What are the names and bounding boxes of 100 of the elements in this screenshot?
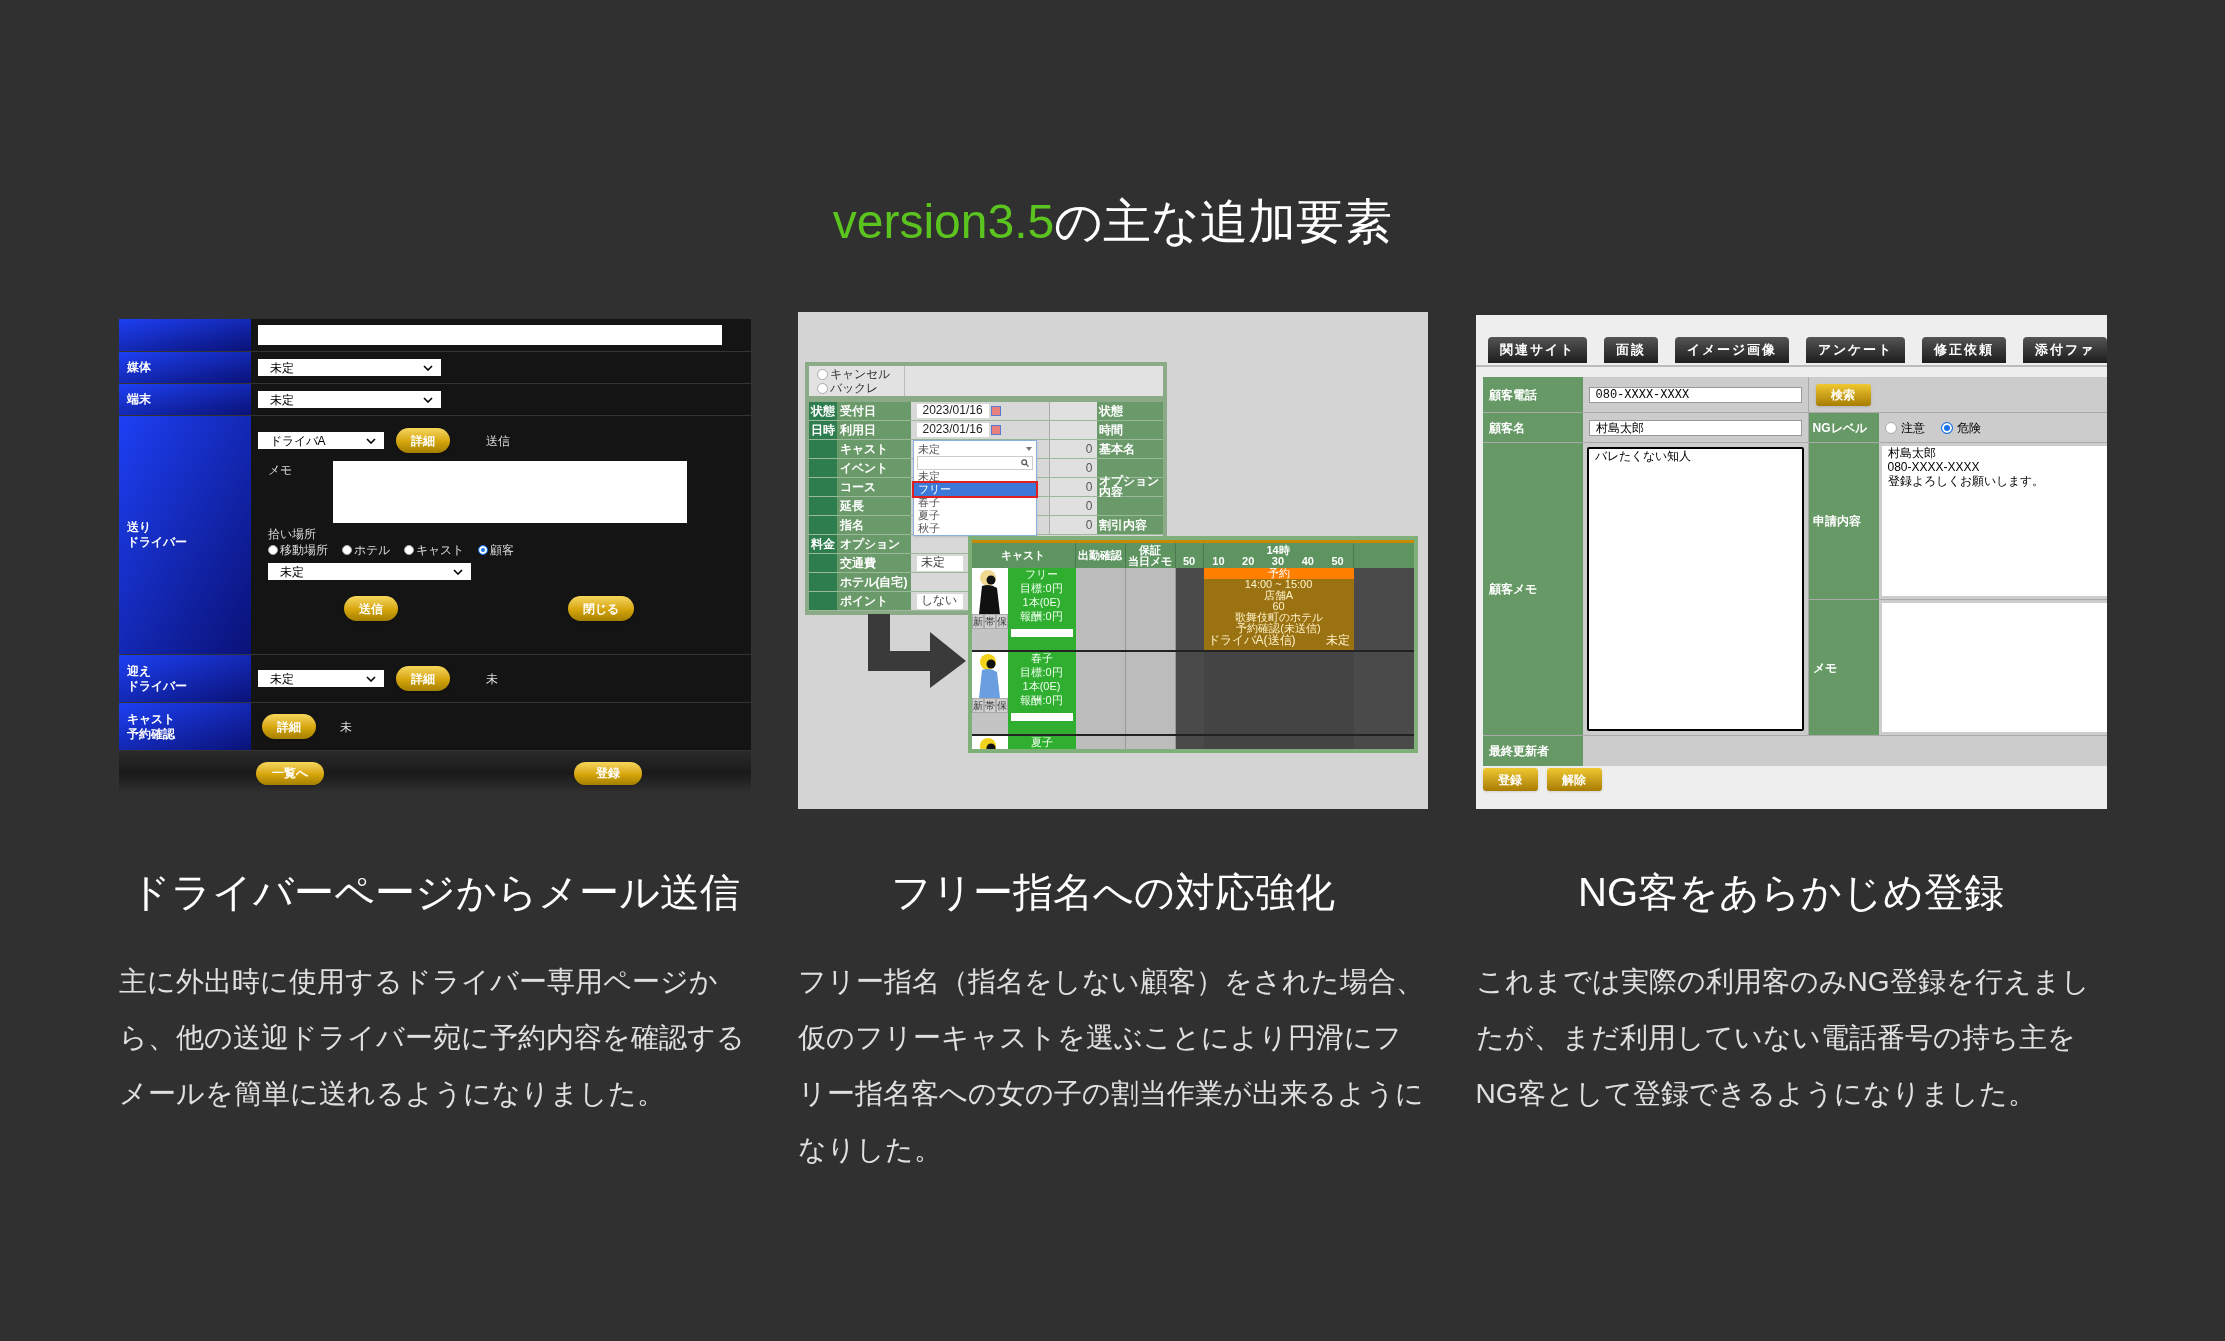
field-label: 割引内容 (1096, 516, 1163, 534)
radio-label: 注意 (1900, 419, 1925, 437)
dropdown-value: 未定 (917, 442, 940, 455)
driver-text: ドライバA(送信) (1207, 634, 1296, 646)
row-label: 迎え (126, 663, 152, 679)
cast-name: フリー (1025, 569, 1058, 580)
name-field[interactable]: 村島太郎 (1588, 419, 1802, 436)
reservation-detail: 予約確認(未送信) (1236, 623, 1321, 634)
customer-memo-field[interactable]: バレたくない知人 (1586, 447, 1804, 731)
count-text: 0 (1048, 497, 1097, 515)
dropdown-option[interactable]: 夏子 (913, 509, 1036, 522)
select-field[interactable]: 未定 (267, 563, 471, 580)
row-label: 端末 (126, 392, 152, 407)
row-label: 送り (126, 520, 152, 535)
reservation-label: 予約 (1203, 568, 1354, 579)
field-label: 申請内容 (1808, 443, 1879, 599)
field-label: 基本名 (1096, 440, 1163, 458)
driver-status: 未定 (1325, 634, 1350, 646)
row-label: ドライバー (126, 535, 188, 550)
field-label: 最終更新者 (1482, 736, 1583, 766)
row-label: キャスト (126, 711, 176, 727)
radio-label: 移動場所 (279, 542, 328, 559)
section-label: 状態 (808, 402, 837, 420)
field-label: 指名 (836, 516, 911, 534)
dropdown-option[interactable]: 秋子 (913, 522, 1036, 535)
field-label: メモ (1808, 600, 1879, 735)
feature-description: 主に外出時に使用するドライバー専用ページから、他の送迎ドライバー宛に予約内容を確認するメールを簡単に送れるようになりました。 (118, 965, 746, 1111)
feature-heading: ドライバーページからメール送信 (128, 869, 741, 916)
dropdown-option[interactable]: 未定 (913, 470, 1036, 483)
cast-count: 1本(0E) (1022, 681, 1061, 692)
dropdown-option[interactable]: フリー (913, 483, 1036, 496)
feature-description: これまでは実際の利用客のみNG登録を行えましたが、まだ利用していない電話番号の持ち主をNG客として登録できるようになりました。 (1475, 965, 2091, 1111)
field-label: 顧客名 (1482, 413, 1583, 442)
cast-target: 目標:0円 (1020, 667, 1063, 678)
field-label: 顧客メモ (1482, 443, 1583, 735)
radio-label: 顧客 (489, 542, 514, 559)
column-header: 当日メモ (1128, 555, 1172, 567)
field-label: 時間 (1096, 421, 1163, 439)
small-action-button[interactable]: 新 (971, 698, 984, 713)
count-text: 0 (1048, 459, 1097, 477)
minute-tick: 30 (1271, 555, 1285, 567)
select-field[interactable]: 未定 (257, 670, 384, 687)
reservation-detail: 歌舞伎町のホテル (1234, 612, 1323, 623)
minute-tick: 20 (1242, 555, 1255, 567)
select-field[interactable]: 未定 (257, 391, 441, 408)
cast-name: 夏子 (1030, 737, 1053, 748)
select-field[interactable]: 未定 (257, 359, 441, 376)
tab[interactable]: アンケート (1805, 337, 1905, 363)
date-field[interactable]: 2023/01/16 (916, 423, 989, 437)
feature-description: フリー指名（指名をしない顧客）をされた場合、仮のフリーキャストを選ぶことにより円滑にフリー指名客への女の子の割当作業が出来るようになりした。 (797, 965, 1425, 1167)
field-label: 交通費 (836, 554, 911, 572)
column-header: キャスト (1001, 550, 1045, 561)
count-text: 0 (1048, 440, 1097, 458)
memo-label: メモ (266, 462, 293, 479)
tab[interactable]: 面談 (1603, 337, 1658, 363)
radio-label: キャスト (415, 542, 464, 559)
row-label: 予約確認 (126, 726, 176, 742)
field-label: 状態 (1096, 402, 1163, 420)
reservation-block[interactable]: 予約 14:00 ~ 15:00 店舗A 60 歌舞伎町のホテル 予約確認(未送信) ドライバA(送信) 未定 (1203, 568, 1354, 650)
pickup-label: 拾い場所 (266, 527, 317, 541)
hour-label: 14時 (1266, 544, 1290, 556)
field-label: 延長 (836, 497, 911, 515)
reservation-time: 14:00 ~ 15:00 (1244, 579, 1313, 590)
tab[interactable]: 添付ファ (2022, 337, 2107, 363)
cast-count: 1本(0E) (1022, 597, 1061, 608)
minute-tick: 50 (1182, 556, 1196, 567)
cast-pay: 報酬:0円 (1020, 611, 1063, 622)
send-status: 送信 (485, 432, 510, 450)
select-field[interactable]: 未定 (916, 555, 963, 571)
tab[interactable]: 関連サイト (1487, 337, 1587, 363)
field-label: 利用日 (836, 421, 911, 439)
field-label: イベント (836, 459, 911, 477)
cast-target: 目標:0円 (1020, 583, 1063, 594)
request-field[interactable]: 村島太郎 080-XXXX-XXXX 登録よろしくお願いします。 (1881, 446, 2107, 596)
field-label: キャスト (836, 440, 911, 458)
field-label: コース (836, 478, 911, 496)
minute-tick: 40 (1301, 555, 1314, 567)
minute-tick: 50 (1331, 555, 1344, 567)
select-field[interactable]: しない (916, 593, 963, 609)
small-action-button[interactable]: 新 (971, 614, 984, 629)
radio-label: ホテル (353, 542, 390, 559)
status-text: 未 (485, 670, 498, 688)
select-field[interactable]: ドライバA (257, 432, 384, 449)
feature-heading: フリー指名への対応強化 (890, 869, 1336, 916)
cast-pay: 報酬:0円 (1020, 695, 1063, 706)
column-header: 保証 (1139, 544, 1161, 556)
field-label: 顧客電話 (1482, 377, 1583, 412)
tab[interactable]: イメージ画像 (1674, 337, 1789, 363)
phone-field[interactable]: 080-XXXX-XXXX (1588, 386, 1802, 403)
feature-heading: NG客をあらかじめ登録 (1577, 869, 2005, 916)
count-text: 0 (1048, 478, 1097, 496)
field-label: NGレベル (1808, 413, 1879, 442)
field-label: 受付日 (836, 402, 911, 420)
section-label: 料金 (808, 535, 837, 553)
tab[interactable]: 修正依頼 (1921, 337, 2006, 363)
section-label: 日時 (808, 421, 837, 439)
date-field[interactable]: 2023/01/16 (916, 404, 989, 418)
field-label: ポイント (836, 592, 911, 610)
row-label: ドライバー (126, 678, 188, 694)
field-label: オプション (836, 535, 911, 553)
